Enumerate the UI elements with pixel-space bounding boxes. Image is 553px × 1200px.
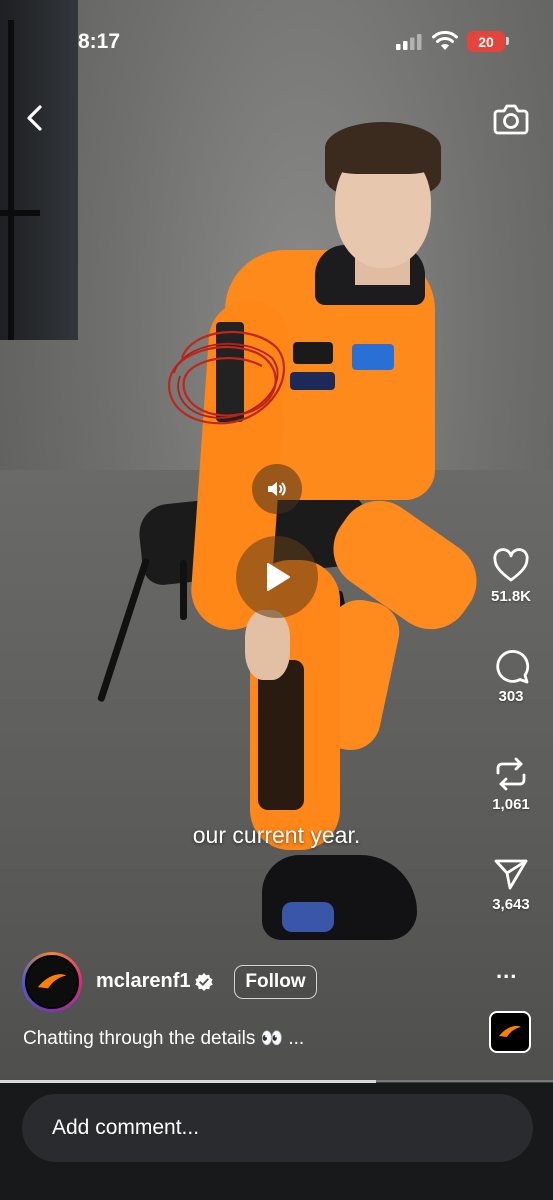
battery-indicator: 20: [467, 31, 505, 52]
sponsor-patch: [293, 342, 333, 364]
like-count: 51.8K: [490, 588, 532, 605]
mclaren-speedmark-icon: [499, 1025, 521, 1037]
red-scribble-annotation: [167, 330, 286, 425]
repost-count: 1,061: [492, 796, 530, 813]
cellular-signal-icon: [396, 34, 422, 50]
username[interactable]: mclarenf1: [96, 970, 191, 993]
repost-icon: [496, 757, 526, 791]
stool-leg: [180, 560, 187, 620]
audio-thumbnail-button[interactable]: [489, 1011, 531, 1053]
post-description[interactable]: Chatting through the details 👀 ...: [23, 1028, 304, 1050]
hand: [245, 610, 290, 680]
like-button[interactable]: 51.8K: [487, 548, 535, 605]
verified-badge-icon: [195, 973, 213, 991]
status-time: 8:17: [78, 30, 121, 53]
more-options-button[interactable]: ...: [496, 958, 517, 984]
avatar[interactable]: [25, 955, 79, 1009]
add-comment-input[interactable]: Add comment...: [22, 1094, 533, 1162]
wifi-icon: [432, 30, 458, 50]
video-caption: our current year.: [192, 822, 361, 848]
mclaren-speedmark-icon: [37, 974, 67, 989]
comment-count: 303: [498, 688, 524, 705]
comment-button[interactable]: 303: [487, 648, 535, 705]
description-text: Chatting through the details: [23, 1028, 256, 1049]
comment-bubble-icon: [496, 650, 530, 684]
suit-stripe: [258, 660, 304, 810]
send-paper-plane-icon: [494, 859, 528, 890]
reels-screen: 8:17 20 51.8K 303 1,061 3,643 ... our cu…: [0, 0, 553, 1200]
play-button[interactable]: [236, 536, 318, 618]
back-chevron-icon[interactable]: [20, 102, 52, 134]
description-ellipsis: ...: [288, 1028, 305, 1049]
heart-icon: [493, 548, 529, 582]
speaker-icon: [268, 482, 286, 496]
repost-button[interactable]: 1,061: [487, 756, 535, 813]
share-count: 3,643: [492, 896, 530, 913]
share-button[interactable]: 3,643: [487, 856, 535, 913]
eyes-emoji: 👀: [260, 1028, 284, 1048]
camera-icon[interactable]: [492, 100, 530, 138]
boot-logo: [282, 902, 334, 932]
battery-nub: [506, 37, 509, 45]
sound-toggle-button[interactable]: [252, 464, 302, 514]
follow-button[interactable]: Follow: [234, 965, 317, 999]
sponsor-patch: [352, 344, 394, 370]
stool-leg: [96, 557, 151, 703]
sponsor-patch: [290, 372, 335, 390]
hair-top: [325, 122, 441, 174]
play-icon: [267, 563, 290, 591]
